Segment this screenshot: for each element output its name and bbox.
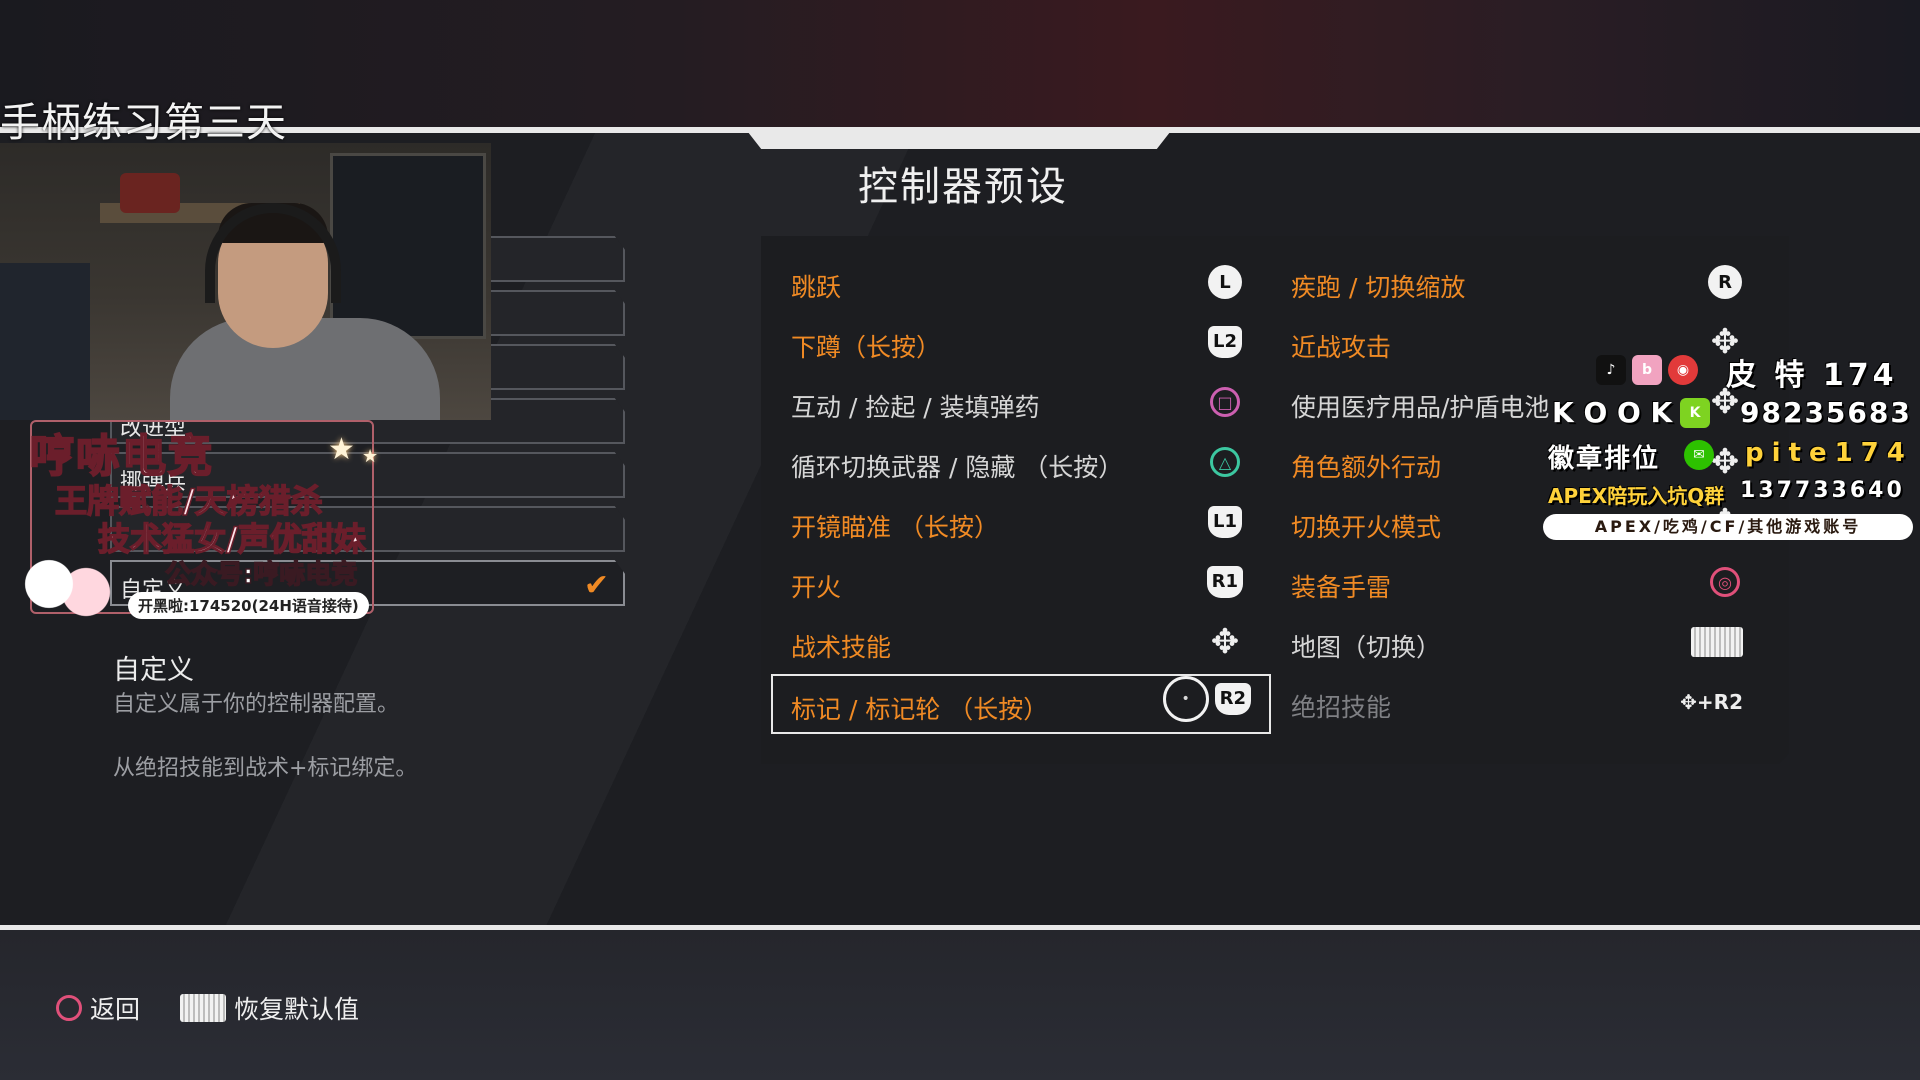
kook-icon: K (1680, 398, 1710, 428)
stream-title: 手柄练习第三天 (0, 100, 287, 146)
binding-row-ping[interactable]: 标记 / 标记轮 （长按） • R2 (771, 674, 1271, 734)
weibo-icon: ◉ (1668, 355, 1698, 385)
back-button[interactable]: 返回 (56, 990, 140, 1026)
overlay-line-3: 公众号:哼哧电竞 (164, 559, 358, 591)
description-line-2: 从绝招技能到战术+标记绑定。 (113, 756, 418, 781)
binding-row-grenade[interactable]: 装备手雷 ◎ (1261, 554, 1761, 612)
binding-label: 标记 / 标记轮 （长按） (791, 695, 1049, 724)
binding-row-crouch[interactable]: 下蹲（长按） L2 (761, 314, 1261, 372)
webcam-feed (0, 143, 491, 420)
reset-label: 恢复默认值 (234, 995, 360, 1024)
bilibili-icon: b (1632, 355, 1662, 385)
touchpad-icon (1691, 624, 1743, 660)
binding-row-ultimate[interactable]: 绝招技能 ✥+R2 (1261, 674, 1761, 732)
overlay-streamer-name: 皮 特 174 (1726, 358, 1898, 393)
binding-label: 切换开火模式 (1291, 513, 1442, 542)
binding-row-fire[interactable]: 开火 R1 (761, 554, 1261, 612)
triangle-button-icon: △ (1207, 444, 1243, 480)
mascot-icon (14, 548, 114, 628)
l1-button-icon: L1 (1207, 504, 1243, 540)
binding-label: 开镜瞄准 （长按） (791, 513, 999, 542)
top-background (0, 0, 1920, 130)
overlay-pill: APEX/吃鸡/CF/其他游戏账号 (1543, 514, 1913, 540)
binding-label: 开火 (791, 573, 842, 602)
binding-label: 跳跃 (791, 273, 842, 302)
overlay-brand: 哼哧电竞 (29, 430, 214, 483)
binding-label: 疾跑 / 切换缩放 (1291, 273, 1466, 302)
binding-label: 循环切换武器 / 隐藏 （长按） (791, 453, 1124, 482)
binding-row-aim[interactable]: 开镜瞄准 （长按） L1 (761, 494, 1261, 552)
overlay-rank-label: 徽章排位 (1548, 444, 1661, 474)
binding-label: 战术技能 (791, 633, 892, 662)
webcam-chair (0, 263, 90, 420)
dpad-icon: ✥ (1210, 622, 1240, 662)
overlay-apex-label: APEX陪玩入坑Q群 (1548, 484, 1725, 508)
binding-label: 互动 / 捡起 / 装填弹药 (791, 393, 1040, 422)
binding-row-jump[interactable]: 跳跃 L (761, 254, 1261, 312)
description-line-1: 自定义属于你的控制器配置。 (113, 692, 400, 717)
bottom-divider (0, 925, 1920, 930)
binding-label: 绝招技能 (1291, 693, 1392, 722)
overlay-kook-value: 98235683 (1740, 396, 1912, 429)
binding-label: 角色额外行动 (1291, 453, 1442, 482)
l2-button-icon: L2 (1207, 324, 1243, 360)
star-icon: ★ (328, 432, 355, 467)
binding-label: 使用医疗用品/护盾电池 (1291, 393, 1550, 422)
description-title: 自定义 (113, 655, 194, 686)
reset-defaults-button[interactable]: 恢复默认值 (180, 990, 359, 1026)
social-icons: ♪ b ◉ (1596, 355, 1698, 385)
binding-label: 地图（切换） (1291, 633, 1442, 662)
checkmark-icon: ✔ (583, 568, 609, 603)
square-button-icon: □ (1207, 384, 1243, 420)
touchpad-icon (180, 994, 226, 1022)
binding-row-tactical[interactable]: 战术技能 ✥ (761, 614, 1261, 672)
binding-label: 近战攻击 (1291, 333, 1392, 362)
overlay-kook-label: K O O K (1552, 396, 1673, 429)
binding-row-interact[interactable]: 互动 / 捡起 / 装填弹药 □ (761, 374, 1261, 432)
binding-label: 装备手雷 (1291, 573, 1392, 602)
circle-button-icon (56, 995, 82, 1021)
webcam-lamp (120, 173, 180, 213)
top-divider-notch (744, 127, 1174, 149)
back-label: 返回 (90, 995, 141, 1024)
r1-button-icon: R1 (1206, 564, 1243, 600)
star-icon: ★ (362, 446, 379, 467)
webcam-window (330, 153, 486, 339)
dpad-plus-r2-icon: ✥+R2 (1680, 690, 1743, 714)
wechat-icon: ✉ (1684, 440, 1714, 470)
circle-button-icon: ◎ (1707, 564, 1743, 600)
overlay-apex-value: 137733640 (1740, 478, 1905, 503)
tiktok-icon: ♪ (1596, 355, 1626, 385)
l-stick-icon: L (1207, 264, 1243, 300)
binding-row-map[interactable]: 地图（切换） (1261, 614, 1761, 672)
r2-button-icon: • R2 (1162, 676, 1251, 722)
page-title: 控制器预设 (858, 164, 1068, 210)
overlay-line-4: 开黑啦:174520(24H语音接待) (128, 592, 369, 619)
binding-label: 下蹲（长按） (791, 333, 942, 362)
overlay-rank-value: pite174 (1745, 438, 1913, 468)
cursor-circle-icon: • (1162, 676, 1209, 722)
r-stick-icon: R (1707, 264, 1743, 300)
binding-row-cycle-weapon[interactable]: 循环切换武器 / 隐藏 （长按） △ (761, 434, 1261, 492)
binding-row-sprint[interactable]: 疾跑 / 切换缩放 R (1261, 254, 1761, 312)
